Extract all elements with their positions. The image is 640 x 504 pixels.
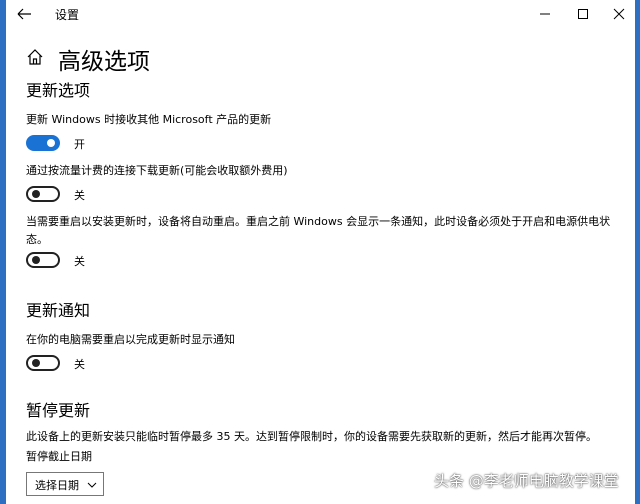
pause-until-label: 暂停截止日期: [26, 450, 92, 463]
close-button[interactable]: [608, 4, 630, 24]
close-icon: [613, 8, 625, 20]
restart-notification-label: 在你的电脑需要重启以完成更新时显示通知: [26, 333, 235, 346]
toggle-knob: [32, 256, 40, 264]
maximize-button[interactable]: [572, 4, 594, 24]
metered-download-toggle[interactable]: [26, 186, 60, 202]
title-bar: 设置: [6, 0, 635, 28]
toggle-knob: [32, 359, 40, 367]
pause-updates-description: 此设备上的更新安装只能临时暂停最多 35 天。达到暂停限制时，你的设备需要先获取…: [26, 430, 597, 443]
toggle-state-label: 关: [74, 358, 85, 371]
pause-date-select[interactable]: 选择日期: [26, 472, 104, 496]
watermark-text: 头条 @李老师电脑教学课堂: [434, 472, 619, 490]
chevron-down-icon: [87, 482, 97, 488]
window-title: 设置: [55, 8, 80, 22]
auto-restart-toggle[interactable]: [26, 252, 60, 268]
pause-date-select-value: 选择日期: [35, 479, 79, 492]
restart-notification-toggle[interactable]: [26, 355, 60, 371]
auto-restart-label: 当需要重启以安装更新时，设备将自动重启。重启之前 Windows 会显示一条通知…: [26, 215, 611, 246]
toggle-state-label: 关: [74, 189, 85, 202]
arrow-left-icon: [17, 8, 31, 20]
pause-updates-heading: 暂停更新: [26, 401, 91, 420]
page-title: 高级选项: [58, 49, 150, 75]
toggle-state-label: 关: [74, 255, 85, 268]
receive-other-updates-label: 更新 Windows 时接收其他 Microsoft 产品的更新: [26, 113, 272, 126]
settings-window: 设置 高级选项 更新选项 更新 Windows 时接收其他 Microsoft: [6, 0, 635, 504]
maximize-icon: [578, 9, 588, 19]
minimize-icon: [540, 13, 550, 15]
toggle-knob: [32, 190, 40, 198]
desktop-edge-right: [635, 0, 640, 504]
update-notifications-heading: 更新通知: [26, 301, 91, 320]
receive-other-updates-toggle[interactable]: [26, 135, 60, 151]
toggle-state-label: 开: [74, 138, 85, 151]
home-button[interactable]: [26, 48, 44, 66]
metered-download-label: 通过按流量计费的连接下载更新(可能会收取额外费用): [26, 164, 288, 177]
back-button[interactable]: [14, 4, 36, 24]
toggle-knob: [47, 139, 55, 147]
update-options-heading: 更新选项: [26, 81, 91, 100]
home-icon: [27, 49, 43, 65]
minimize-button[interactable]: [534, 4, 556, 24]
